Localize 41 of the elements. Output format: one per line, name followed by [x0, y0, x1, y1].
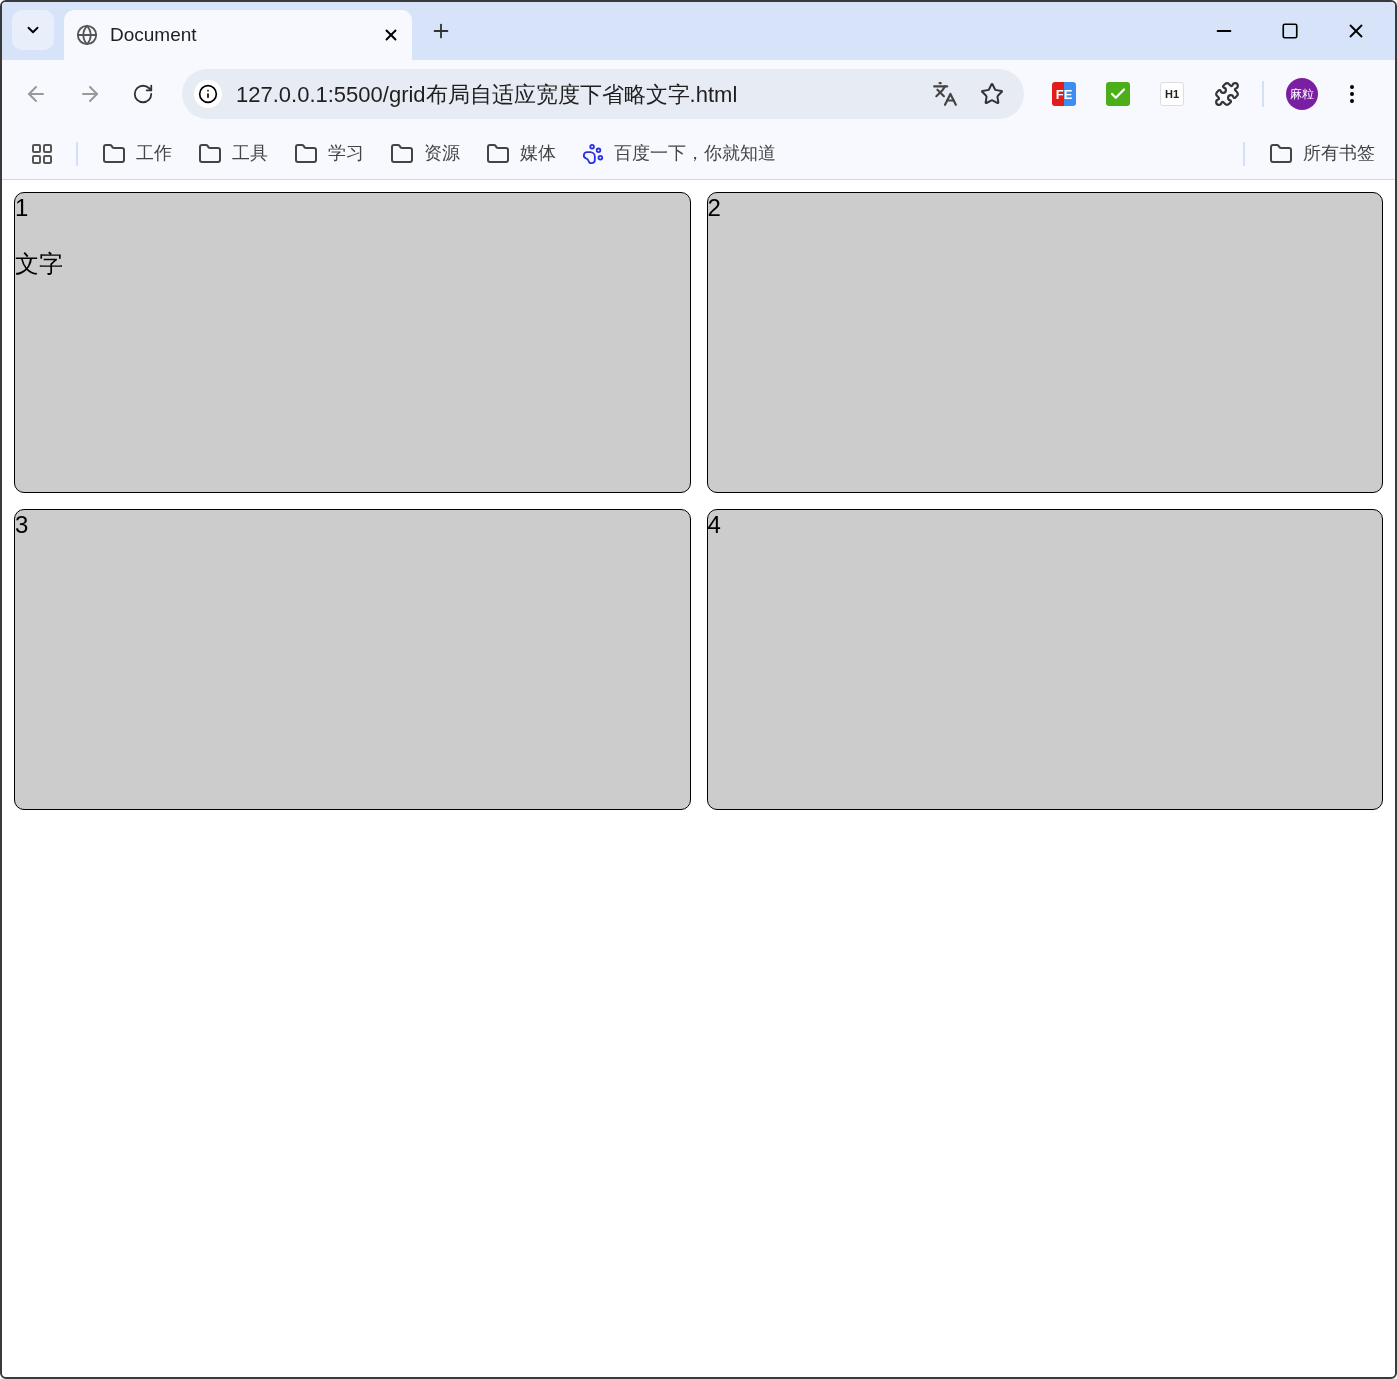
bookmark-item[interactable]: 学习 — [294, 140, 364, 167]
folder-icon — [102, 141, 126, 166]
globe-icon — [76, 24, 98, 46]
folder-icon — [294, 141, 318, 166]
maximize-icon[interactable] — [1281, 22, 1299, 40]
bookmark-item[interactable]: 工具 — [198, 140, 268, 167]
card-number: 1 — [15, 193, 30, 223]
address-bar[interactable]: 127.0.0.1:5500/grid布局自适应宽度下省略文字.html — [182, 69, 1024, 119]
bookmark-item[interactable]: 资源 — [390, 140, 460, 167]
bookmark-item[interactable]: 工作 — [102, 140, 172, 167]
site-info-icon[interactable] — [194, 80, 222, 108]
checkmark-extension-icon[interactable] — [1106, 82, 1130, 106]
profile-avatar[interactable]: 麻粒 — [1286, 78, 1318, 110]
bookmark-label: 资源 — [424, 142, 460, 165]
bookmark-label: 所有书签 — [1303, 142, 1375, 165]
url-text: 127.0.0.1:5500/grid布局自适应宽度下省略文字.html — [236, 80, 739, 109]
folder-icon — [390, 141, 414, 166]
card-number: 2 — [707, 193, 722, 223]
browser-tab[interactable]: Document — [64, 10, 412, 60]
folder-icon — [198, 141, 222, 166]
bookmark-item[interactable]: 媒体 — [486, 140, 556, 167]
tab-title: Document — [110, 22, 198, 47]
extension-icon[interactable]: H1 — [1160, 82, 1184, 106]
reload-icon[interactable] — [132, 83, 154, 105]
all-bookmarks-item[interactable]: 所有书签 — [1269, 140, 1375, 167]
bookmark-star-icon[interactable] — [980, 82, 1004, 106]
extensions-icon[interactable] — [1214, 81, 1240, 107]
bookmark-label: 工具 — [232, 142, 268, 165]
paw-icon — [582, 142, 604, 165]
apps-icon[interactable] — [30, 141, 54, 166]
folder-icon — [1269, 141, 1293, 166]
card-number: 4 — [707, 510, 722, 540]
card-number: 3 — [15, 510, 30, 540]
bookmark-label: 媒体 — [520, 142, 556, 165]
bookmark-label: 工作 — [136, 142, 172, 165]
translate-icon[interactable] — [932, 81, 958, 107]
bookmark-item[interactable]: 百度一下，你就知道 — [582, 140, 776, 167]
bookmark-label: 百度一下，你就知道 — [614, 142, 776, 165]
card-text: 文字 — [15, 249, 64, 279]
bookmark-label: 学习 — [328, 142, 364, 165]
folder-icon — [486, 141, 510, 166]
